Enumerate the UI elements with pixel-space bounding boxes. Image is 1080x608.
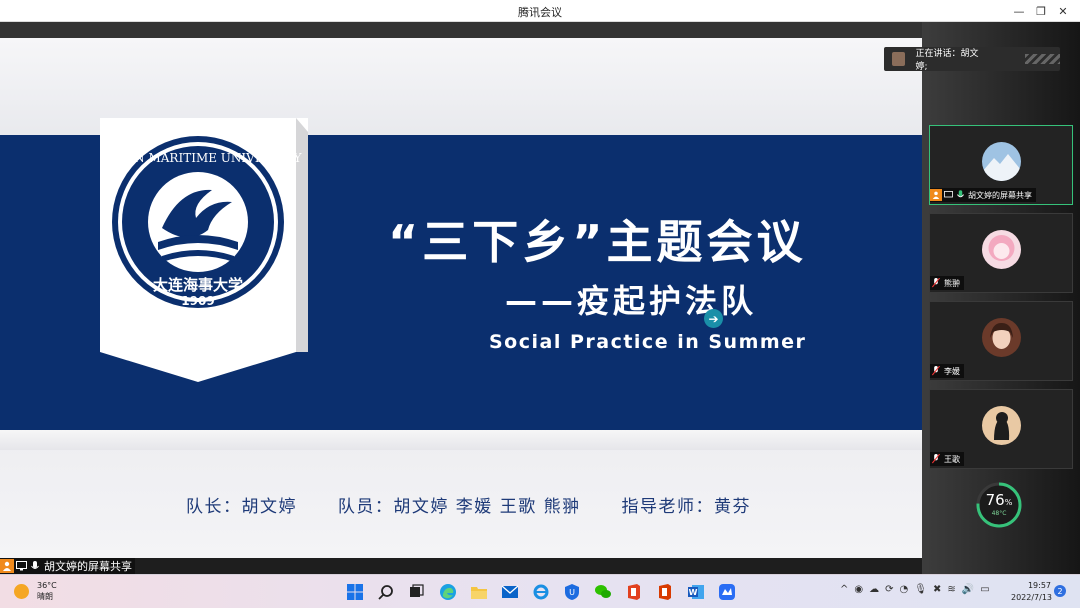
volume-icon[interactable]: 🔊	[962, 584, 974, 595]
slide-english-title: Social Practice in Summer	[489, 331, 807, 353]
user-icon	[930, 189, 942, 201]
restore-button[interactable]: ❐	[1030, 2, 1052, 20]
tencent-meeting-icon[interactable]	[716, 581, 738, 603]
university-logo: DALIAN MARITIME UNIVERSITY 大连海事大学 1909	[94, 118, 308, 382]
security-shield-icon[interactable]: U	[561, 581, 583, 603]
participant-namebar: 李媛	[930, 364, 964, 378]
participant-namebar: 王歌	[930, 452, 964, 466]
team-line: 队长：胡文婷 队员：胡文婷 李媛 王歌 熊翀 指导老师：黄芬	[186, 492, 785, 517]
gauge-percent-unit: %	[1004, 498, 1013, 507]
presentation-slide: DALIAN MARITIME UNIVERSITY 大连海事大学 1909 “…	[0, 38, 922, 558]
app-tray-icon[interactable]: ✖	[933, 584, 941, 595]
speaking-indicator: 正在讲话：胡文婷;	[884, 47, 1060, 72]
performance-gauge[interactable]: 76% 48°C	[975, 481, 1023, 529]
edge-browser-icon[interactable]	[437, 581, 459, 603]
microphone-muted-icon	[930, 453, 942, 465]
microphone-muted-icon	[930, 277, 942, 289]
window-title: 腾讯会议	[518, 6, 562, 19]
office-alt-icon[interactable]	[654, 581, 676, 603]
search-icon[interactable]	[375, 581, 397, 603]
avatar	[982, 406, 1021, 445]
slide-title: “三下乡”主题会议	[388, 215, 807, 269]
microphone-tray-icon[interactable]: 🎙	[914, 584, 927, 595]
microphone-icon	[28, 559, 42, 573]
taskbar-apps: U W	[344, 581, 738, 603]
participant-tile-wangge[interactable]: 王歌	[929, 389, 1073, 469]
sync-icon[interactable]: ⟳	[885, 584, 893, 595]
microphone-active-icon	[954, 189, 966, 201]
participant-tile-xiongchong[interactable]: 熊翀	[929, 213, 1073, 293]
logo-chinese-text: 大连海事大学	[153, 276, 243, 294]
file-explorer-icon[interactable]	[468, 581, 490, 603]
participant-tile-screen-share[interactable]: 胡文婷的屏幕共享	[929, 125, 1073, 205]
team-leader: 队长：胡文婷	[186, 497, 297, 517]
window-titlebar: 腾讯会议 — ❐ ✕	[0, 0, 1080, 22]
minimize-button[interactable]: —	[1008, 2, 1030, 20]
pointer-arrow-icon: ➔	[704, 309, 723, 328]
sun-icon	[14, 583, 29, 599]
word-icon[interactable]: W	[685, 581, 707, 603]
close-button[interactable]: ✕	[1052, 2, 1074, 20]
chevron-up-icon[interactable]: ^	[840, 584, 848, 595]
weather-description: 晴朗	[37, 592, 53, 601]
participant-name: 王歌	[944, 454, 960, 464]
gauge-percent: 76%	[975, 491, 1023, 509]
participant-name: 胡文婷的屏幕共享	[968, 190, 1032, 200]
weather-temperature: 36°C	[37, 581, 57, 590]
clock-time: 19:57	[1027, 581, 1051, 590]
wechat-tray-icon[interactable]: ◔	[900, 584, 909, 595]
clock-date: 2022/7/13	[1011, 593, 1053, 602]
screen-share-icon	[942, 189, 954, 201]
team-members: 队员：胡文婷 李媛 王歌 熊翀	[337, 497, 581, 517]
svg-text:U: U	[569, 588, 575, 597]
windows-taskbar: 36°C 晴朗 U W ^ ◉ ☁ ⟳ ◔ 🎙 ✖ ≋ 🔊 ▭ 19:57 20…	[0, 574, 1080, 608]
mail-icon[interactable]	[499, 581, 521, 603]
weather-widget[interactable]: 36°C 晴朗	[14, 580, 57, 602]
battery-icon[interactable]: ▭	[980, 584, 989, 595]
screen-share-label[interactable]: 胡文婷的屏幕共享	[0, 558, 135, 574]
screen-share-icon	[14, 559, 28, 573]
gauge-temperature: 48°C	[991, 510, 1007, 517]
notification-badge[interactable]: 2	[1054, 585, 1066, 597]
avatar	[982, 318, 1021, 357]
window-controls: — ❐ ✕	[1008, 2, 1074, 20]
speaker-avatar	[892, 52, 906, 66]
logo-english-text: DALIAN MARITIME UNIVERSITY	[100, 151, 303, 165]
shared-screen: DALIAN MARITIME UNIVERSITY 大连海事大学 1909 “…	[0, 22, 922, 558]
user-icon	[0, 559, 14, 573]
svg-text:W: W	[689, 588, 698, 597]
avatar	[982, 142, 1021, 181]
gauge-percent-value: 76	[985, 491, 1005, 509]
system-tray: ^ ◉ ☁ ⟳ ◔ 🎙 ✖ ≋ 🔊 ▭	[840, 584, 990, 595]
logo-year-text: 1909	[181, 294, 214, 308]
screen-share-label-text: 胡文婷的屏幕共享	[44, 560, 132, 573]
windows-start-icon[interactable]	[344, 581, 366, 603]
audio-wave-icon	[1025, 54, 1060, 64]
taskbar-clock[interactable]: 19:57 2022/7/13	[1011, 580, 1053, 604]
participant-namebar: 胡文婷的屏幕共享	[930, 188, 1036, 202]
wifi-icon[interactable]: ≋	[947, 584, 955, 595]
task-view-icon[interactable]	[406, 581, 428, 603]
ie-browser-icon[interactable]	[530, 581, 552, 603]
speaking-label: 正在讲话：胡文婷;	[915, 49, 979, 72]
office-icon[interactable]	[623, 581, 645, 603]
wechat-icon[interactable]	[592, 581, 614, 603]
team-advisor: 指导老师：黄芬	[621, 497, 752, 517]
shared-screen-topbar	[0, 22, 922, 38]
participant-tile-liyuan[interactable]: 李媛	[929, 301, 1073, 381]
participant-name: 熊翀	[944, 278, 960, 288]
microphone-muted-icon	[930, 365, 942, 377]
avatar	[982, 230, 1021, 269]
participant-namebar: 熊翀	[930, 276, 964, 290]
university-logo-graphic: DALIAN MARITIME UNIVERSITY 大连海事大学 1909	[94, 118, 308, 382]
cloud-icon[interactable]: ☁	[869, 584, 879, 595]
slide-band-shadow	[0, 430, 922, 450]
participant-name: 李媛	[944, 366, 960, 376]
tray-app-icon[interactable]: ◉	[854, 584, 863, 595]
